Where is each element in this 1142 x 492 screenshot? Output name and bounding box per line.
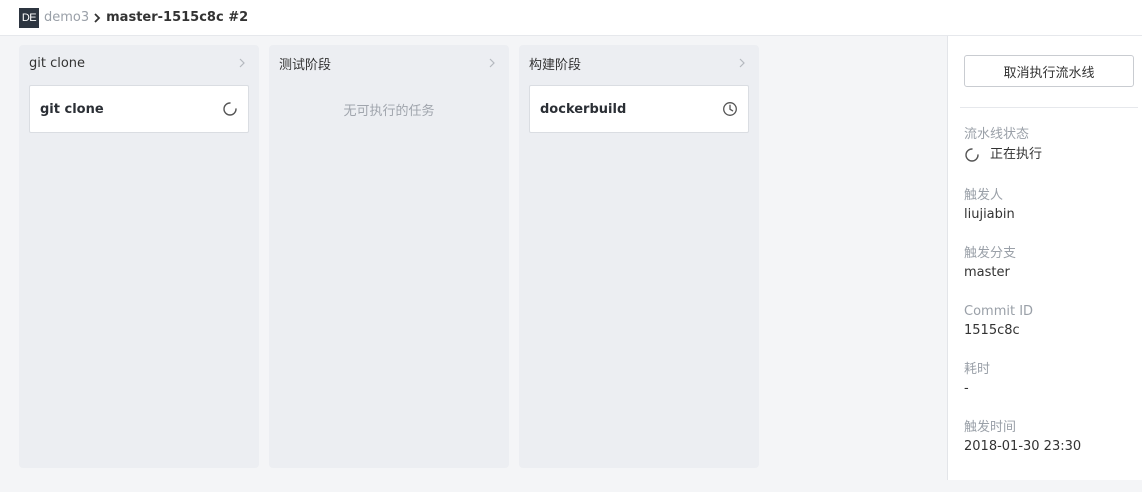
trigger-time-label: 触发时间 <box>964 420 1017 435</box>
stage-git-clone: git clone git clone <box>19 45 259 468</box>
stage-header[interactable]: 构建阶段 <box>529 54 749 73</box>
field-duration: 耗时 - <box>964 361 990 398</box>
clock-icon <box>722 101 738 117</box>
chevron-right-icon <box>489 57 499 69</box>
stage-test: 测试阶段 无可执行的任务 <box>269 45 509 468</box>
project-logo[interactable]: DE <box>19 7 39 28</box>
stage-title: 测试阶段 <box>279 57 332 73</box>
field-trigger-time: 触发时间 2018-01-30 23:30 <box>964 419 1081 456</box>
breadcrumb-current: master-1515c8c #2 <box>106 10 249 25</box>
trigger-user-value: liujiabin <box>964 207 1015 222</box>
spinner-icon <box>222 101 238 117</box>
job-card-git-clone[interactable]: git clone <box>29 85 249 133</box>
job-name: git clone <box>40 101 104 117</box>
stage-header[interactable]: 测试阶段 <box>279 54 499 73</box>
divider <box>960 107 1138 108</box>
pipeline-board: git clone git clone 测试阶段 无可执行的任务 构建阶段 do… <box>0 36 948 492</box>
duration-value: - <box>964 381 969 396</box>
status-value: 正在执行 <box>990 147 1043 162</box>
chevron-right-icon <box>93 12 103 24</box>
commit-label: Commit ID <box>964 304 1034 319</box>
chevron-right-icon <box>239 57 249 69</box>
pipeline-info-panel: 取消执行流水线 流水线状态 正在执行 触发人 liujiabin 触发分支 ma… <box>947 36 1142 480</box>
stage-title: git clone <box>29 55 86 71</box>
job-card-dockerbuild[interactable]: dockerbuild <box>529 85 749 133</box>
field-commit: Commit ID 1515c8c <box>964 303 1033 340</box>
commit-value: 1515c8c <box>964 323 1020 338</box>
stage-title: 构建阶段 <box>529 57 582 73</box>
branch-value: master <box>964 265 1010 280</box>
spinner-icon <box>964 147 980 163</box>
chevron-right-icon <box>739 57 749 69</box>
field-branch: 触发分支 master <box>964 245 1016 282</box>
field-status: 流水线状态 正在执行 <box>964 126 1042 164</box>
branch-label: 触发分支 <box>964 246 1017 261</box>
job-name: dockerbuild <box>540 101 627 117</box>
duration-label: 耗时 <box>964 362 991 377</box>
field-trigger-user: 触发人 liujiabin <box>964 187 1015 224</box>
trigger-user-label: 触发人 <box>964 188 1004 203</box>
top-bar: DE demo3 master-1515c8c #2 <box>0 0 1142 36</box>
trigger-time-value: 2018-01-30 23:30 <box>964 439 1082 454</box>
cancel-pipeline-button[interactable]: 取消执行流水线 <box>964 55 1134 87</box>
breadcrumb-parent-link[interactable]: demo3 <box>44 10 89 25</box>
empty-stage-message: 无可执行的任务 <box>343 104 435 119</box>
status-label: 流水线状态 <box>964 127 1030 142</box>
stage-build: 构建阶段 dockerbuild <box>519 45 759 468</box>
stage-header[interactable]: git clone <box>29 54 249 72</box>
